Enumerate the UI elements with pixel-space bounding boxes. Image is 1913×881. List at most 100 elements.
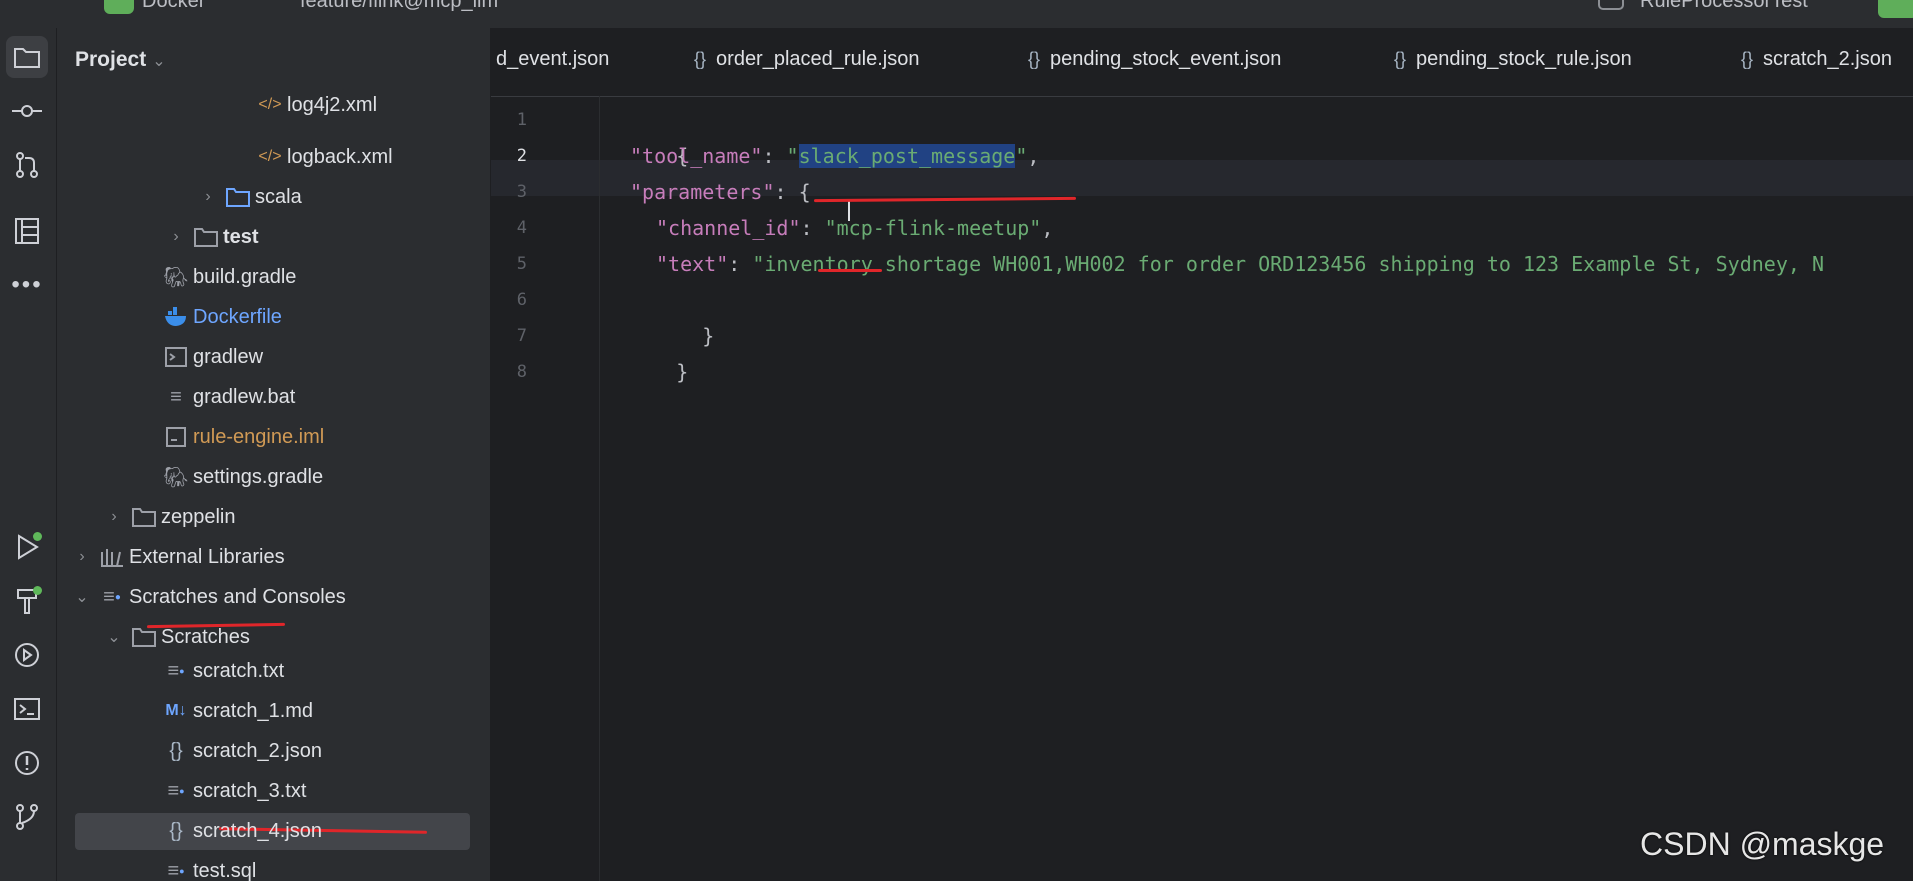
- problems-tool-button[interactable]: [6, 742, 48, 784]
- project-badge-icon[interactable]: [104, 0, 134, 14]
- tree-item-label: rule-engine.iml: [193, 425, 325, 448]
- tree-item-scala[interactable]: › scala: [57, 178, 490, 216]
- tree-item-build-gradle[interactable]: 🐘︎ build.gradle: [57, 258, 490, 296]
- folder-icon: [14, 48, 40, 68]
- json-quote: ": [786, 144, 799, 168]
- run-config-name[interactable]: RuleProcessorTest: [1640, 0, 1808, 13]
- commit-tool-button[interactable]: [6, 90, 48, 132]
- json-scratch-icon: {}: [169, 819, 183, 842]
- tree-item-label: test.sql: [193, 859, 257, 881]
- tree-item-label: Scratches: [161, 625, 250, 648]
- chevron-right-icon[interactable]: ›: [165, 228, 187, 246]
- structure-tool-button[interactable]: [6, 210, 48, 252]
- scratch-text-icon: ≡ ●: [167, 659, 185, 682]
- xml-file-icon: </>: [258, 148, 282, 165]
- line-number-gutter: 1 2 3 4 5 6 7 8: [491, 96, 600, 881]
- tree-item-label: Scratches and Consoles: [129, 585, 346, 608]
- xml-file-icon: </>: [258, 96, 282, 113]
- structure-icon: [15, 218, 39, 244]
- chevron-right-icon[interactable]: ›: [103, 508, 125, 526]
- library-icon: [99, 544, 125, 570]
- git-tool-button[interactable]: [6, 796, 48, 838]
- tree-item-logback[interactable]: </> logback.xml: [57, 138, 490, 176]
- tool-window-strip: •••: [0, 28, 57, 881]
- editor-area: d_event.json {} order_placed_rule.json {…: [491, 28, 1913, 881]
- tree-item-label: log4j2.xml: [287, 93, 378, 116]
- line-number: 7: [516, 326, 527, 346]
- chevron-down-icon[interactable]: ⌄: [71, 587, 93, 607]
- json-colon: :: [800, 216, 825, 240]
- services-tool-button[interactable]: [6, 634, 48, 676]
- tree-item-label: scratch_2.json: [193, 739, 322, 762]
- code-line-1: {: [604, 102, 688, 168]
- tab-order-placed-rule[interactable]: {} order_placed_rule.json: [694, 48, 920, 71]
- run-status-dot: [33, 532, 42, 541]
- tab-scratch-2[interactable]: {} scratch_2.json: [1741, 48, 1892, 71]
- tree-item-dockerfile[interactable]: Dockerfile: [57, 298, 490, 336]
- text-file-icon: ≡: [170, 385, 182, 408]
- services-icon: [15, 643, 39, 667]
- tree-item-scratch-3-txt[interactable]: ≡ ● scratch_3.txt: [57, 772, 490, 810]
- line-number: 3: [516, 182, 527, 202]
- tree-item-log4j2[interactable]: </> log4j2.xml: [57, 86, 490, 124]
- tab-label: pending_stock_event.json: [1050, 48, 1282, 70]
- tree-item-label: gradlew: [193, 345, 264, 368]
- annotation-underline-mcp: [818, 269, 882, 272]
- source-folder-icon: [225, 184, 251, 210]
- tree-item-test[interactable]: › test: [57, 218, 490, 256]
- json-file-icon: {}: [1394, 49, 1407, 69]
- gradle-icon: 🐘︎: [163, 266, 189, 289]
- tree-item-zeppelin[interactable]: › zeppelin: [57, 498, 490, 536]
- project-panel: Project ⌄ </> log4j2.xml </> logback.xml …: [57, 28, 490, 881]
- tab-label: d_event.json: [496, 48, 610, 70]
- terminal-tool-button[interactable]: [6, 688, 48, 730]
- tree-item-label: scala: [255, 185, 302, 208]
- project-tool-button[interactable]: [6, 36, 48, 78]
- code-content[interactable]: { "tool_name": "slack_post_message", "pa…: [604, 96, 1913, 881]
- tree-item-label: scratch_1.md: [193, 699, 314, 722]
- branch-name[interactable]: feature/flink@mcp_llm: [300, 0, 498, 13]
- code-line-3: "parameters": {: [630, 174, 811, 210]
- tree-item-settings-gradle[interactable]: 🐘︎ settings.gradle: [57, 458, 490, 496]
- json-colon: :: [728, 252, 753, 276]
- json-quote: ": [1015, 144, 1028, 168]
- title-bar: Docker feature/flink@mcp_llm RuleProcess…: [0, 0, 1913, 28]
- scratch-text-icon: ≡ ●: [167, 779, 185, 802]
- editor-tab-bar: d_event.json {} order_placed_rule.json {…: [491, 28, 1913, 97]
- tab-pending-stock-event[interactable]: {} pending_stock_event.json: [1028, 48, 1281, 71]
- tree-item-external-libraries[interactable]: › External Libraries: [57, 538, 490, 576]
- tree-item-scratch-2-json[interactable]: {} scratch_2.json: [57, 732, 490, 770]
- run-tool-button[interactable]: [6, 526, 48, 568]
- pull-requests-tool-button[interactable]: [6, 144, 48, 186]
- tree-item-rule-engine-iml[interactable]: rule-engine.iml: [57, 418, 490, 456]
- chevron-right-icon[interactable]: ›: [197, 188, 219, 206]
- scratches-icon: ≡ ●: [103, 585, 121, 608]
- tree-item-test-sql[interactable]: ≡ ● test.sql: [57, 852, 490, 881]
- chevron-down-icon[interactable]: ⌄: [103, 627, 125, 647]
- json-key: "text": [656, 252, 729, 276]
- more-tools-button[interactable]: •••: [6, 264, 48, 306]
- run-config-icon: [1598, 0, 1624, 10]
- json-string: "inventory shortage WH001,WH002 for orde…: [752, 252, 1824, 276]
- tree-item-scratch-1-md[interactable]: M↓ scratch_1.md: [57, 692, 490, 730]
- run-button[interactable]: [1878, 0, 1913, 18]
- project-name[interactable]: Docker: [142, 0, 205, 13]
- tree-item-scratches-and-consoles[interactable]: ⌄ ≡ ● Scratches and Consoles: [57, 578, 490, 616]
- json-colon: :: [762, 144, 787, 168]
- brace: }: [702, 324, 715, 348]
- tree-item-label: gradlew.bat: [193, 385, 296, 408]
- tree-item-gradlew[interactable]: gradlew: [57, 338, 490, 376]
- json-key: "parameters": [630, 180, 775, 204]
- chevron-right-icon[interactable]: ›: [71, 548, 93, 566]
- build-status-dot: [33, 586, 42, 595]
- tab-pending-stock-rule[interactable]: {} pending_stock_rule.json: [1394, 48, 1632, 71]
- project-view-selector[interactable]: Project ⌄: [75, 48, 166, 72]
- tree-item-gradlew-bat[interactable]: ≡ gradlew.bat: [57, 378, 490, 416]
- ellipsis-icon: •••: [11, 271, 43, 298]
- line-number: 8: [516, 362, 527, 382]
- tree-item-scratch-txt[interactable]: ≡ ● scratch.txt: [57, 652, 490, 690]
- json-file-icon: {}: [694, 49, 707, 69]
- tab-d-event[interactable]: d_event.json: [496, 48, 609, 71]
- build-tool-button[interactable]: [6, 580, 48, 622]
- json-comma: ,: [1041, 216, 1054, 240]
